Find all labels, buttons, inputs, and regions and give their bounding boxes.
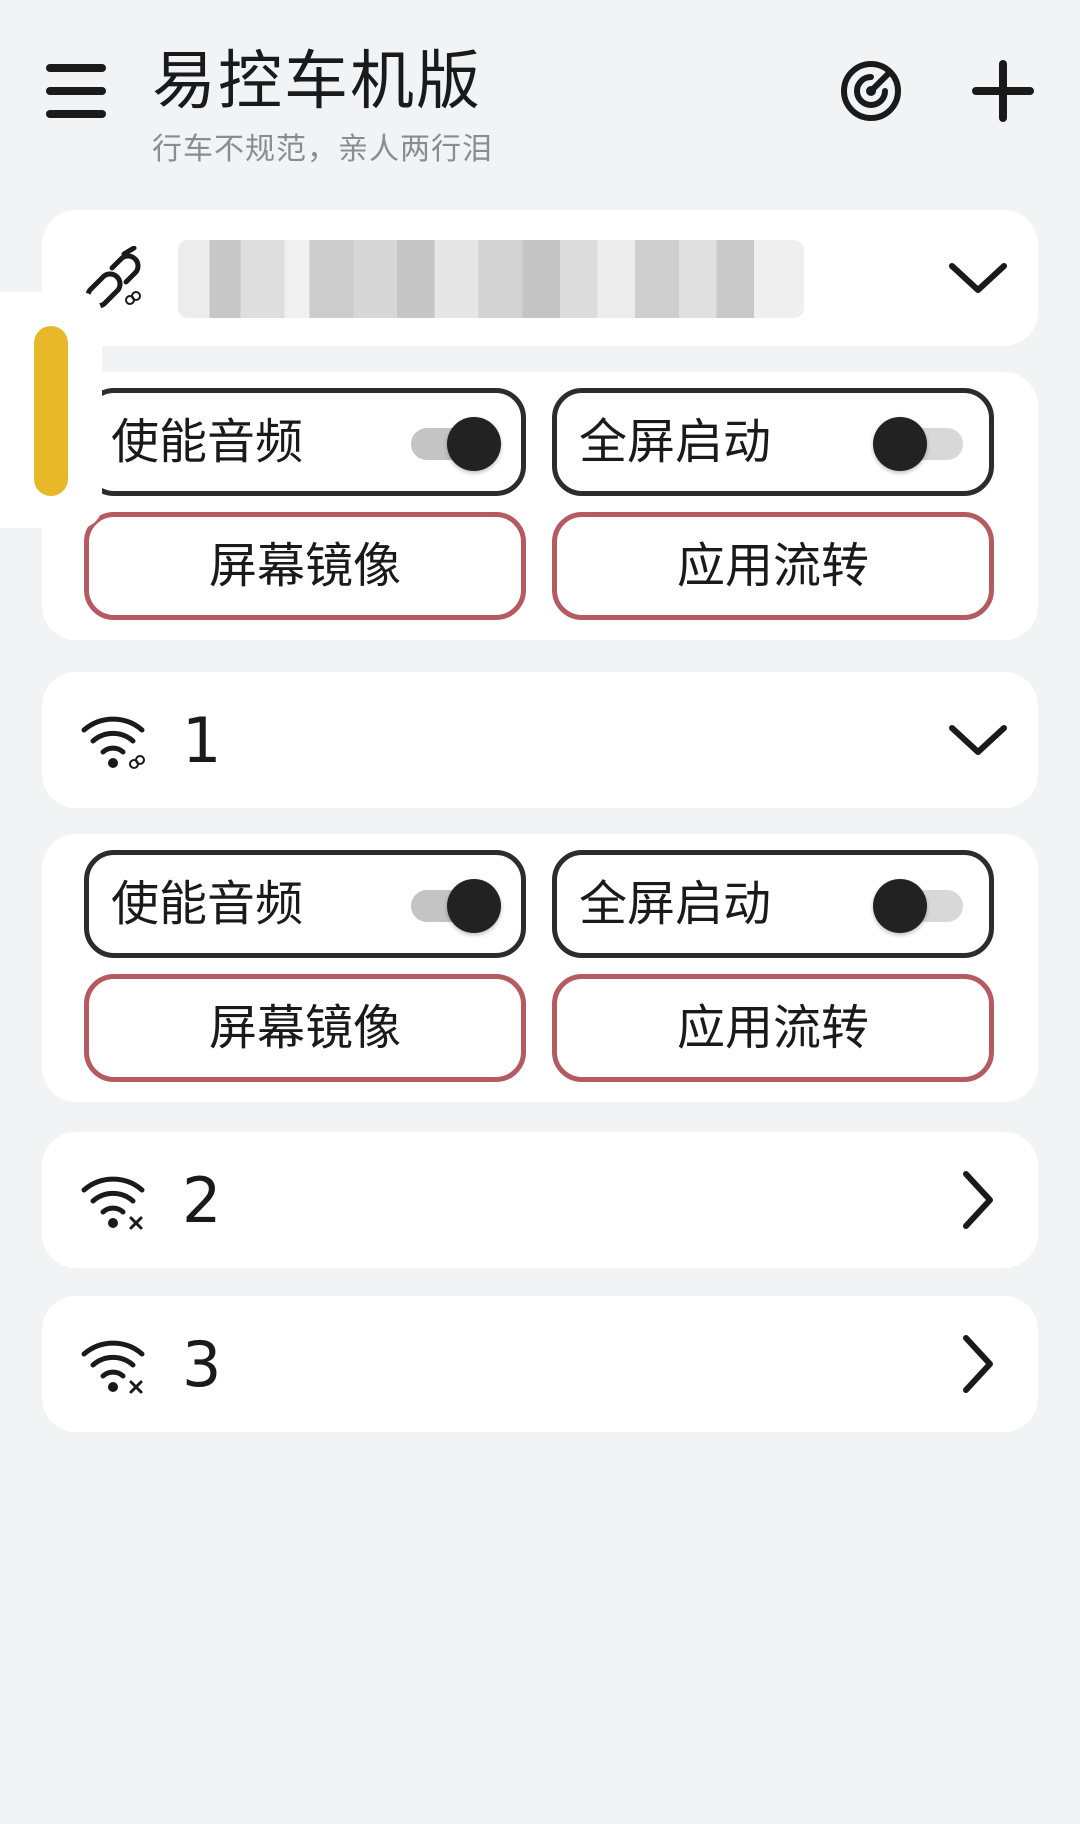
- chevron-down-icon[interactable]: [948, 248, 1008, 308]
- floating-handle[interactable]: [34, 326, 68, 496]
- app-title: 易控车机版: [152, 45, 482, 119]
- menu-icon[interactable]: [40, 58, 116, 124]
- app-header: 易控车机版 行车不规范，亲人两行泪: [0, 0, 1080, 200]
- device-row-usb[interactable]: [42, 210, 1038, 346]
- device-controls-usb: 使能音频 全屏启动 屏幕镜像 应用流转: [42, 372, 1038, 640]
- screen-mirror-button[interactable]: 屏幕镜像: [84, 974, 526, 1082]
- wifi-disconnected-icon: [78, 1168, 154, 1232]
- device-controls-1: 使能音频 全屏启动 屏幕镜像 应用流转: [42, 834, 1038, 1102]
- device-row-2[interactable]: 2: [42, 1132, 1038, 1268]
- fullscreen-toggle-label: 全屏启动: [579, 414, 772, 470]
- wifi-disconnected-icon: [78, 1332, 154, 1396]
- fullscreen-toggle-box[interactable]: 全屏启动: [552, 388, 994, 496]
- audio-toggle-label: 使能音频: [111, 876, 304, 932]
- audio-switch[interactable]: [405, 879, 501, 933]
- fullscreen-toggle-box[interactable]: 全屏启动: [552, 850, 994, 958]
- device-name: 1: [182, 704, 222, 777]
- audio-toggle-box[interactable]: 使能音频: [84, 850, 526, 958]
- device-row-3[interactable]: 3: [42, 1296, 1038, 1432]
- fullscreen-switch[interactable]: [873, 879, 969, 933]
- device-name-redacted: [178, 240, 804, 318]
- plus-icon[interactable]: [970, 58, 1036, 124]
- device-name: 2: [182, 1164, 222, 1237]
- app-transfer-button[interactable]: 应用流转: [552, 974, 994, 1082]
- wifi-link-icon: [78, 708, 154, 772]
- device-name: 3: [182, 1328, 222, 1401]
- fullscreen-switch[interactable]: [873, 417, 969, 471]
- audio-toggle-box[interactable]: 使能音频: [84, 388, 526, 496]
- app-subtitle: 行车不规范，亲人两行泪: [152, 132, 493, 167]
- device-row-1[interactable]: 1: [42, 672, 1038, 808]
- chevron-right-icon[interactable]: [948, 1334, 1008, 1394]
- audio-toggle-label: 使能音频: [111, 414, 304, 470]
- chevron-down-icon[interactable]: [948, 710, 1008, 770]
- radar-scan-icon[interactable]: [838, 58, 904, 124]
- audio-switch[interactable]: [405, 417, 501, 471]
- fullscreen-toggle-label: 全屏启动: [579, 876, 772, 932]
- screen-mirror-button[interactable]: 屏幕镜像: [84, 512, 526, 620]
- app-transfer-button[interactable]: 应用流转: [552, 512, 994, 620]
- app-root: 易控车机版 行车不规范，亲人两行泪 使能音频 全屏启动 屏幕镜像 应用流转 1 …: [0, 0, 1080, 1824]
- chevron-right-icon[interactable]: [948, 1170, 1008, 1230]
